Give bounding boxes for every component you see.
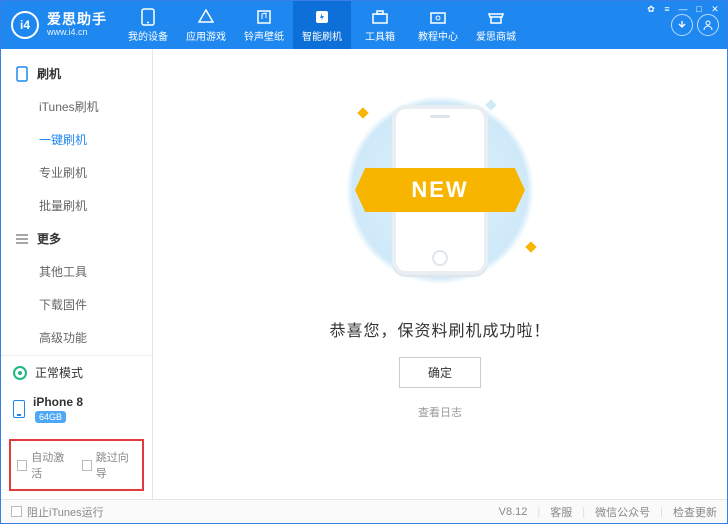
- sidebar-item-pro-flash[interactable]: 专业刷机: [1, 156, 152, 189]
- skip-guide-checkbox[interactable]: 跳过向导: [82, 449, 137, 481]
- ok-button[interactable]: 确定: [399, 357, 481, 388]
- sidebar-item-advanced[interactable]: 高级功能: [1, 321, 152, 354]
- top-nav: 我的设备 应用游戏 铃声壁纸 智能刷机 工具箱 教程中心: [119, 1, 525, 49]
- device-mode-label: 正常模式: [35, 364, 83, 381]
- skin-button[interactable]: ✿: [644, 3, 658, 15]
- device-phone-icon: [13, 400, 25, 418]
- wechat-link[interactable]: 微信公众号: [595, 504, 650, 520]
- check-update-link[interactable]: 检查更新: [673, 504, 717, 520]
- phone-outline-icon: [15, 67, 29, 81]
- titlebar: i4 爱思助手 www.i4.cn 我的设备 应用游戏 铃声壁纸 智能刷机: [1, 1, 727, 49]
- sidebar-item-itunes-flash[interactable]: iTunes刷机: [1, 90, 152, 123]
- sidebar-item-other-tools[interactable]: 其他工具: [1, 255, 152, 288]
- brand-logo: i4: [11, 11, 39, 39]
- tab-label: 我的设备: [128, 28, 168, 43]
- sidebar-item-batch-flash[interactable]: 批量刷机: [1, 189, 152, 222]
- close-button[interactable]: ✕: [708, 3, 722, 15]
- sidebar-section-title: 更多: [37, 230, 61, 247]
- tab-apps[interactable]: 应用游戏: [177, 1, 235, 49]
- device-storage-badge: 64GB: [35, 411, 66, 423]
- list-icon: [15, 232, 29, 246]
- apps-icon: [197, 8, 215, 26]
- flash-options: 自动激活 跳过向导: [9, 439, 144, 491]
- tab-label: 应用游戏: [186, 28, 226, 43]
- sidebar-item-download-firmware[interactable]: 下载固件: [1, 288, 152, 321]
- tab-label: 智能刷机: [302, 28, 342, 43]
- phone-icon: [139, 8, 157, 26]
- tab-store[interactable]: 爱思商城: [467, 1, 525, 49]
- block-itunes-label: 阻止iTunes运行: [27, 504, 104, 520]
- status-dot-icon: [13, 366, 27, 380]
- tab-label: 爱思商城: [476, 28, 516, 43]
- sidebar-section-title: 刷机: [37, 65, 61, 82]
- music-icon: [255, 8, 273, 26]
- version-label: V8.12: [499, 506, 528, 518]
- success-illustration: NEW: [325, 85, 555, 295]
- download-button[interactable]: [671, 14, 693, 36]
- auto-activate-checkbox[interactable]: 自动激活: [17, 449, 72, 481]
- book-icon: [429, 8, 447, 26]
- status-bar: 阻止iTunes运行 V8.12 | 客服 | 微信公众号 | 检查更新: [1, 499, 727, 523]
- maximize-button[interactable]: □: [692, 3, 706, 15]
- support-link[interactable]: 客服: [550, 504, 572, 520]
- brand-subtitle: www.i4.cn: [47, 28, 107, 38]
- account-button[interactable]: [697, 14, 719, 36]
- tab-label: 工具箱: [365, 28, 395, 43]
- minimize-button[interactable]: —: [676, 3, 690, 15]
- menu-button[interactable]: ≡: [660, 3, 674, 15]
- success-message: 恭喜您，保资料刷机成功啦！: [329, 317, 550, 341]
- brand-title: 爱思助手: [47, 12, 107, 27]
- skip-guide-label: 跳过向导: [96, 449, 136, 481]
- sidebar: 刷机 iTunes刷机 一键刷机 专业刷机 批量刷机 更多 其他工具 下载固件 …: [1, 49, 153, 499]
- brand: i4 爱思助手 www.i4.cn: [1, 1, 119, 49]
- store-icon: [487, 8, 505, 26]
- device-name: iPhone 8: [33, 395, 83, 409]
- main-content: NEW 恭喜您，保资料刷机成功啦！ 确定 查看日志: [153, 49, 727, 499]
- flash-icon: [313, 8, 331, 26]
- device-info[interactable]: iPhone 8 64GB: [1, 389, 152, 433]
- view-log-link[interactable]: 查看日志: [418, 404, 462, 420]
- toolbox-icon: [371, 8, 389, 26]
- tab-ringtone[interactable]: 铃声壁纸: [235, 1, 293, 49]
- tab-tutorials[interactable]: 教程中心: [409, 1, 467, 49]
- new-ribbon: NEW: [355, 168, 525, 212]
- sidebar-section-flash[interactable]: 刷机: [1, 57, 152, 90]
- tab-my-device[interactable]: 我的设备: [119, 1, 177, 49]
- tab-toolbox[interactable]: 工具箱: [351, 1, 409, 49]
- tab-label: 教程中心: [418, 28, 458, 43]
- tab-flash[interactable]: 智能刷机: [293, 1, 351, 49]
- block-itunes-checkbox[interactable]: 阻止iTunes运行: [11, 504, 104, 520]
- device-mode[interactable]: 正常模式: [1, 356, 152, 389]
- tab-label: 铃声壁纸: [244, 28, 284, 43]
- auto-activate-label: 自动激活: [31, 449, 71, 481]
- sidebar-item-oneclick-flash[interactable]: 一键刷机: [1, 123, 152, 156]
- sidebar-section-more[interactable]: 更多: [1, 222, 152, 255]
